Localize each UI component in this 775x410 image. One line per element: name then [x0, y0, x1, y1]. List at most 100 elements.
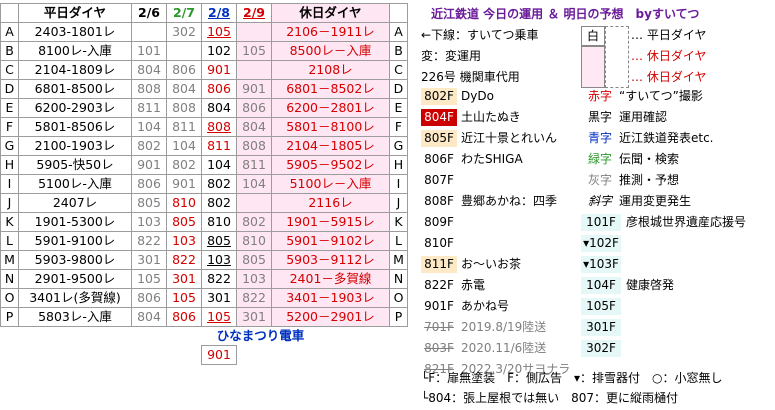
legend-panel: 近江鉄道 今日の運用 ＆ 明日の予想 byすいてつ ←下線：すいてつ乗車 変：変…	[421, 0, 775, 410]
cell-d3: 811	[201, 136, 237, 156]
weekday-header: 平日ダイヤ	[18, 3, 132, 23]
holiday-header: 休日ダイヤ	[271, 3, 390, 23]
row-code-right: P	[389, 307, 408, 327]
table-row: F 5801-8506レ 104 811 808 804 5801－8100レ F	[0, 117, 408, 137]
color-desc: “すいてつ”撮影	[619, 89, 703, 103]
car-label: わたSHIGA	[461, 152, 523, 166]
row-code: P	[0, 307, 19, 327]
cell-d3: 102	[201, 41, 237, 61]
row-holiday: 2106－1911レ	[271, 22, 390, 42]
color-word: 赤字	[588, 89, 613, 103]
cell-d3: 802	[201, 193, 237, 213]
table-row: K 1901-5300レ 103 805 810 802 1901－5915レ K	[0, 212, 408, 232]
cell-d2: 808	[166, 98, 202, 118]
row-name: 6200-2903レ	[18, 98, 132, 118]
row-code-right: O	[389, 288, 408, 308]
date-3: 2/8	[201, 3, 237, 23]
car-label: 近江十景とれいん	[461, 131, 558, 145]
cell-d1: 104	[131, 117, 167, 137]
cell-d4	[236, 22, 272, 42]
row-holiday: 5903－9112レ	[271, 250, 390, 270]
cell-d4: 822	[236, 288, 272, 308]
cell-d4	[236, 60, 272, 80]
car-id: 811F	[421, 256, 457, 273]
table-row: C 2104-1809レ 804 806 901 2108レ C	[0, 60, 408, 80]
row-code-right: C	[389, 60, 408, 80]
car-label: DyDo	[461, 89, 494, 103]
cell-d3: 822	[201, 269, 237, 289]
cell-d3: 805	[201, 231, 237, 251]
row-code-right: L	[389, 231, 408, 251]
cell-d1: 105	[131, 269, 167, 289]
cell-d4: 808	[236, 136, 272, 156]
cell-d3: 806	[201, 79, 237, 99]
cell-d1: 805	[131, 193, 167, 213]
table-row: I 5100レ-入庫 806 901 802 104 5100レ－入庫 I	[0, 174, 408, 194]
row-code: G	[0, 136, 19, 156]
page-title: 近江鉄道 今日の運用 ＆ 明日の予想 byすいてつ	[431, 7, 700, 21]
row-holiday: 2104－1805レ	[271, 136, 390, 156]
row-name: 2104-1809レ	[18, 60, 132, 80]
car-id: 805F	[421, 130, 457, 147]
small-car-id: ▾103F	[581, 256, 621, 273]
car-id: 809F	[421, 214, 457, 231]
row-holiday: 6200－2801レ	[271, 98, 390, 118]
small-car-id: 105F	[581, 298, 621, 315]
cell-d4: 301	[236, 307, 272, 327]
small-car-id: 104F	[581, 277, 621, 294]
car-id: 804F	[421, 109, 457, 126]
row-code-right: D	[389, 79, 408, 99]
row-holiday: 5200－2901レ	[271, 307, 390, 327]
row-code-right: J	[389, 193, 408, 213]
cell-d1: 101	[131, 41, 167, 61]
row-code-right: N	[389, 269, 408, 289]
date-4: 2/9	[236, 3, 272, 23]
cell-d4: 901	[236, 79, 272, 99]
cell-d4: 103	[236, 269, 272, 289]
row-code: L	[0, 231, 19, 251]
table-row: D 6801-8500レ 808 804 806 901 6801－8502レ D	[0, 79, 408, 99]
table-body: A 2403-1801レ 302 105 2106－1911レ A B 8100レ-入庫 101…	[0, 22, 408, 327]
cell-d1: 808	[131, 79, 167, 99]
cell-d2: 810	[166, 193, 202, 213]
row-holiday: 1901－5915レ	[271, 212, 390, 232]
row-code: C	[0, 60, 19, 80]
color-desc: 推測・予想	[619, 173, 680, 187]
row-name: 5901-9100レ	[18, 231, 132, 251]
cell-d1: 804	[131, 307, 167, 327]
row-holiday: 5801－8100レ	[271, 117, 390, 137]
row-holiday: 5901－9102レ	[271, 231, 390, 251]
car-id: 807F	[421, 172, 457, 189]
cell-d3: 901	[201, 60, 237, 80]
cell-d1: 103	[131, 212, 167, 232]
row-code: E	[0, 98, 19, 118]
cell-d2: 811	[166, 117, 202, 137]
color-desc: 近江鉄道発表etc.	[619, 131, 714, 145]
legend-holiday-1: … 休日ダイヤ	[631, 49, 707, 63]
car-label: 2019.8/19陸送	[461, 320, 547, 334]
small-car-label: 彦根城世界遺産応援号	[626, 215, 747, 229]
cell-d4	[236, 193, 272, 213]
car-id: 901F	[421, 298, 457, 315]
table-header: 平日ダイヤ 2/6 2/7 2/8 2/9 休日ダイヤ	[0, 3, 408, 23]
cell-d4: 104	[236, 174, 272, 194]
color-desc: 運用確認	[619, 110, 668, 124]
cell-d3: 103	[201, 250, 237, 270]
date-2: 2/7	[166, 3, 202, 23]
event-label: ひなまつり電車	[216, 328, 305, 343]
row-code-right: F	[389, 117, 408, 137]
color-word: 緑字	[588, 152, 613, 166]
car-label: 土山たぬき	[461, 110, 521, 124]
row-code-right: B	[389, 41, 408, 61]
row-name: 5803レ-入庫	[18, 307, 132, 327]
table-row: L 5901-9100レ 822 103 805 810 5901－9102レ L	[0, 231, 408, 251]
car-id: 808F	[421, 193, 457, 210]
row-code-right: I	[389, 174, 408, 194]
cell-d3: 804	[201, 98, 237, 118]
cell-d4: 802	[236, 212, 272, 232]
row-name: 1901-5300レ	[18, 212, 132, 232]
cell-d1: 806	[131, 288, 167, 308]
row-name: 5100レ-入庫	[18, 174, 132, 194]
legend-weekday: … 平日ダイヤ	[631, 28, 707, 42]
row-code-right: G	[389, 136, 408, 156]
